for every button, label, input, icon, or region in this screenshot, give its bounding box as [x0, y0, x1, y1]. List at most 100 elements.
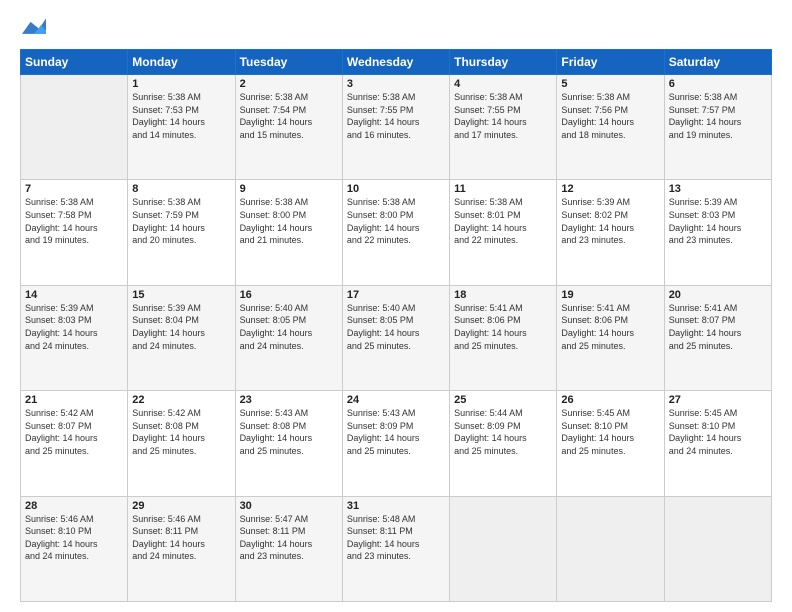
calendar-table: SundayMondayTuesdayWednesdayThursdayFrid…: [20, 49, 772, 602]
calendar-cell: 8Sunrise: 5:38 AMSunset: 7:59 PMDaylight…: [128, 180, 235, 285]
calendar-week-row: 7Sunrise: 5:38 AMSunset: 7:58 PMDaylight…: [21, 180, 772, 285]
day-number: 30: [240, 500, 338, 512]
calendar-cell: 14Sunrise: 5:39 AMSunset: 8:03 PMDayligh…: [21, 285, 128, 390]
day-info: Sunrise: 5:38 AMSunset: 8:00 PMDaylight:…: [240, 196, 338, 246]
day-number: 18: [454, 289, 552, 301]
day-number: 2: [240, 78, 338, 90]
day-info: Sunrise: 5:38 AMSunset: 7:53 PMDaylight:…: [132, 91, 230, 141]
day-info: Sunrise: 5:38 AMSunset: 7:58 PMDaylight:…: [25, 196, 123, 246]
calendar-cell: [664, 496, 771, 601]
day-info: Sunrise: 5:44 AMSunset: 8:09 PMDaylight:…: [454, 407, 552, 457]
calendar-cell: 12Sunrise: 5:39 AMSunset: 8:02 PMDayligh…: [557, 180, 664, 285]
calendar-cell: 18Sunrise: 5:41 AMSunset: 8:06 PMDayligh…: [450, 285, 557, 390]
day-number: 7: [25, 183, 123, 195]
calendar-week-row: 28Sunrise: 5:46 AMSunset: 8:10 PMDayligh…: [21, 496, 772, 601]
day-info: Sunrise: 5:43 AMSunset: 8:09 PMDaylight:…: [347, 407, 445, 457]
calendar-cell: 11Sunrise: 5:38 AMSunset: 8:01 PMDayligh…: [450, 180, 557, 285]
calendar-cell: 10Sunrise: 5:38 AMSunset: 8:00 PMDayligh…: [342, 180, 449, 285]
day-info: Sunrise: 5:39 AMSunset: 8:04 PMDaylight:…: [132, 302, 230, 352]
calendar-cell: 27Sunrise: 5:45 AMSunset: 8:10 PMDayligh…: [664, 391, 771, 496]
day-number: 21: [25, 394, 123, 406]
day-info: Sunrise: 5:38 AMSunset: 7:55 PMDaylight:…: [454, 91, 552, 141]
calendar-cell: 7Sunrise: 5:38 AMSunset: 7:58 PMDaylight…: [21, 180, 128, 285]
day-info: Sunrise: 5:45 AMSunset: 8:10 PMDaylight:…: [561, 407, 659, 457]
calendar-cell: 30Sunrise: 5:47 AMSunset: 8:11 PMDayligh…: [235, 496, 342, 601]
day-number: 24: [347, 394, 445, 406]
calendar-cell: 1Sunrise: 5:38 AMSunset: 7:53 PMDaylight…: [128, 75, 235, 180]
day-number: 15: [132, 289, 230, 301]
calendar-cell: 13Sunrise: 5:39 AMSunset: 8:03 PMDayligh…: [664, 180, 771, 285]
weekday-header: Thursday: [450, 50, 557, 75]
day-number: 10: [347, 183, 445, 195]
calendar-cell: 9Sunrise: 5:38 AMSunset: 8:00 PMDaylight…: [235, 180, 342, 285]
calendar-week-row: 1Sunrise: 5:38 AMSunset: 7:53 PMDaylight…: [21, 75, 772, 180]
day-info: Sunrise: 5:38 AMSunset: 7:55 PMDaylight:…: [347, 91, 445, 141]
day-info: Sunrise: 5:40 AMSunset: 8:05 PMDaylight:…: [347, 302, 445, 352]
calendar-cell: 4Sunrise: 5:38 AMSunset: 7:55 PMDaylight…: [450, 75, 557, 180]
day-number: 1: [132, 78, 230, 90]
day-info: Sunrise: 5:43 AMSunset: 8:08 PMDaylight:…: [240, 407, 338, 457]
day-number: 20: [669, 289, 767, 301]
day-info: Sunrise: 5:38 AMSunset: 7:54 PMDaylight:…: [240, 91, 338, 141]
page: SundayMondayTuesdayWednesdayThursdayFrid…: [0, 0, 792, 612]
calendar-cell: 29Sunrise: 5:46 AMSunset: 8:11 PMDayligh…: [128, 496, 235, 601]
day-number: 22: [132, 394, 230, 406]
day-number: 19: [561, 289, 659, 301]
logo: [20, 18, 46, 41]
day-number: 25: [454, 394, 552, 406]
day-info: Sunrise: 5:41 AMSunset: 8:07 PMDaylight:…: [669, 302, 767, 352]
day-number: 16: [240, 289, 338, 301]
day-number: 9: [240, 183, 338, 195]
day-number: 17: [347, 289, 445, 301]
day-info: Sunrise: 5:46 AMSunset: 8:10 PMDaylight:…: [25, 513, 123, 563]
header: [20, 18, 772, 41]
day-info: Sunrise: 5:45 AMSunset: 8:10 PMDaylight:…: [669, 407, 767, 457]
day-number: 13: [669, 183, 767, 195]
calendar-cell: 26Sunrise: 5:45 AMSunset: 8:10 PMDayligh…: [557, 391, 664, 496]
calendar-cell: 6Sunrise: 5:38 AMSunset: 7:57 PMDaylight…: [664, 75, 771, 180]
calendar-cell: 15Sunrise: 5:39 AMSunset: 8:04 PMDayligh…: [128, 285, 235, 390]
calendar-cell: 2Sunrise: 5:38 AMSunset: 7:54 PMDaylight…: [235, 75, 342, 180]
day-number: 3: [347, 78, 445, 90]
day-number: 12: [561, 183, 659, 195]
calendar-cell: 3Sunrise: 5:38 AMSunset: 7:55 PMDaylight…: [342, 75, 449, 180]
day-info: Sunrise: 5:38 AMSunset: 8:01 PMDaylight:…: [454, 196, 552, 246]
weekday-header: Tuesday: [235, 50, 342, 75]
day-info: Sunrise: 5:42 AMSunset: 8:07 PMDaylight:…: [25, 407, 123, 457]
weekday-header: Monday: [128, 50, 235, 75]
day-info: Sunrise: 5:38 AMSunset: 7:56 PMDaylight:…: [561, 91, 659, 141]
weekday-header: Friday: [557, 50, 664, 75]
calendar-cell: 31Sunrise: 5:48 AMSunset: 8:11 PMDayligh…: [342, 496, 449, 601]
day-info: Sunrise: 5:46 AMSunset: 8:11 PMDaylight:…: [132, 513, 230, 563]
day-info: Sunrise: 5:38 AMSunset: 8:00 PMDaylight:…: [347, 196, 445, 246]
calendar-cell: 28Sunrise: 5:46 AMSunset: 8:10 PMDayligh…: [21, 496, 128, 601]
calendar-cell: 20Sunrise: 5:41 AMSunset: 8:07 PMDayligh…: [664, 285, 771, 390]
day-number: 5: [561, 78, 659, 90]
day-number: 31: [347, 500, 445, 512]
day-info: Sunrise: 5:38 AMSunset: 7:59 PMDaylight:…: [132, 196, 230, 246]
day-number: 26: [561, 394, 659, 406]
day-number: 11: [454, 183, 552, 195]
day-number: 27: [669, 394, 767, 406]
calendar-cell: 5Sunrise: 5:38 AMSunset: 7:56 PMDaylight…: [557, 75, 664, 180]
calendar-cell: 22Sunrise: 5:42 AMSunset: 8:08 PMDayligh…: [128, 391, 235, 496]
calendar-cell: 25Sunrise: 5:44 AMSunset: 8:09 PMDayligh…: [450, 391, 557, 496]
calendar-header-row: SundayMondayTuesdayWednesdayThursdayFrid…: [21, 50, 772, 75]
day-info: Sunrise: 5:41 AMSunset: 8:06 PMDaylight:…: [454, 302, 552, 352]
calendar-cell: 21Sunrise: 5:42 AMSunset: 8:07 PMDayligh…: [21, 391, 128, 496]
calendar-week-row: 21Sunrise: 5:42 AMSunset: 8:07 PMDayligh…: [21, 391, 772, 496]
weekday-header: Wednesday: [342, 50, 449, 75]
day-number: 14: [25, 289, 123, 301]
calendar-cell: 19Sunrise: 5:41 AMSunset: 8:06 PMDayligh…: [557, 285, 664, 390]
calendar-cell: 24Sunrise: 5:43 AMSunset: 8:09 PMDayligh…: [342, 391, 449, 496]
day-number: 28: [25, 500, 123, 512]
calendar-cell: 16Sunrise: 5:40 AMSunset: 8:05 PMDayligh…: [235, 285, 342, 390]
day-info: Sunrise: 5:39 AMSunset: 8:02 PMDaylight:…: [561, 196, 659, 246]
day-number: 8: [132, 183, 230, 195]
day-info: Sunrise: 5:48 AMSunset: 8:11 PMDaylight:…: [347, 513, 445, 563]
calendar-cell: 17Sunrise: 5:40 AMSunset: 8:05 PMDayligh…: [342, 285, 449, 390]
day-number: 4: [454, 78, 552, 90]
day-info: Sunrise: 5:47 AMSunset: 8:11 PMDaylight:…: [240, 513, 338, 563]
calendar-cell: [557, 496, 664, 601]
day-info: Sunrise: 5:41 AMSunset: 8:06 PMDaylight:…: [561, 302, 659, 352]
